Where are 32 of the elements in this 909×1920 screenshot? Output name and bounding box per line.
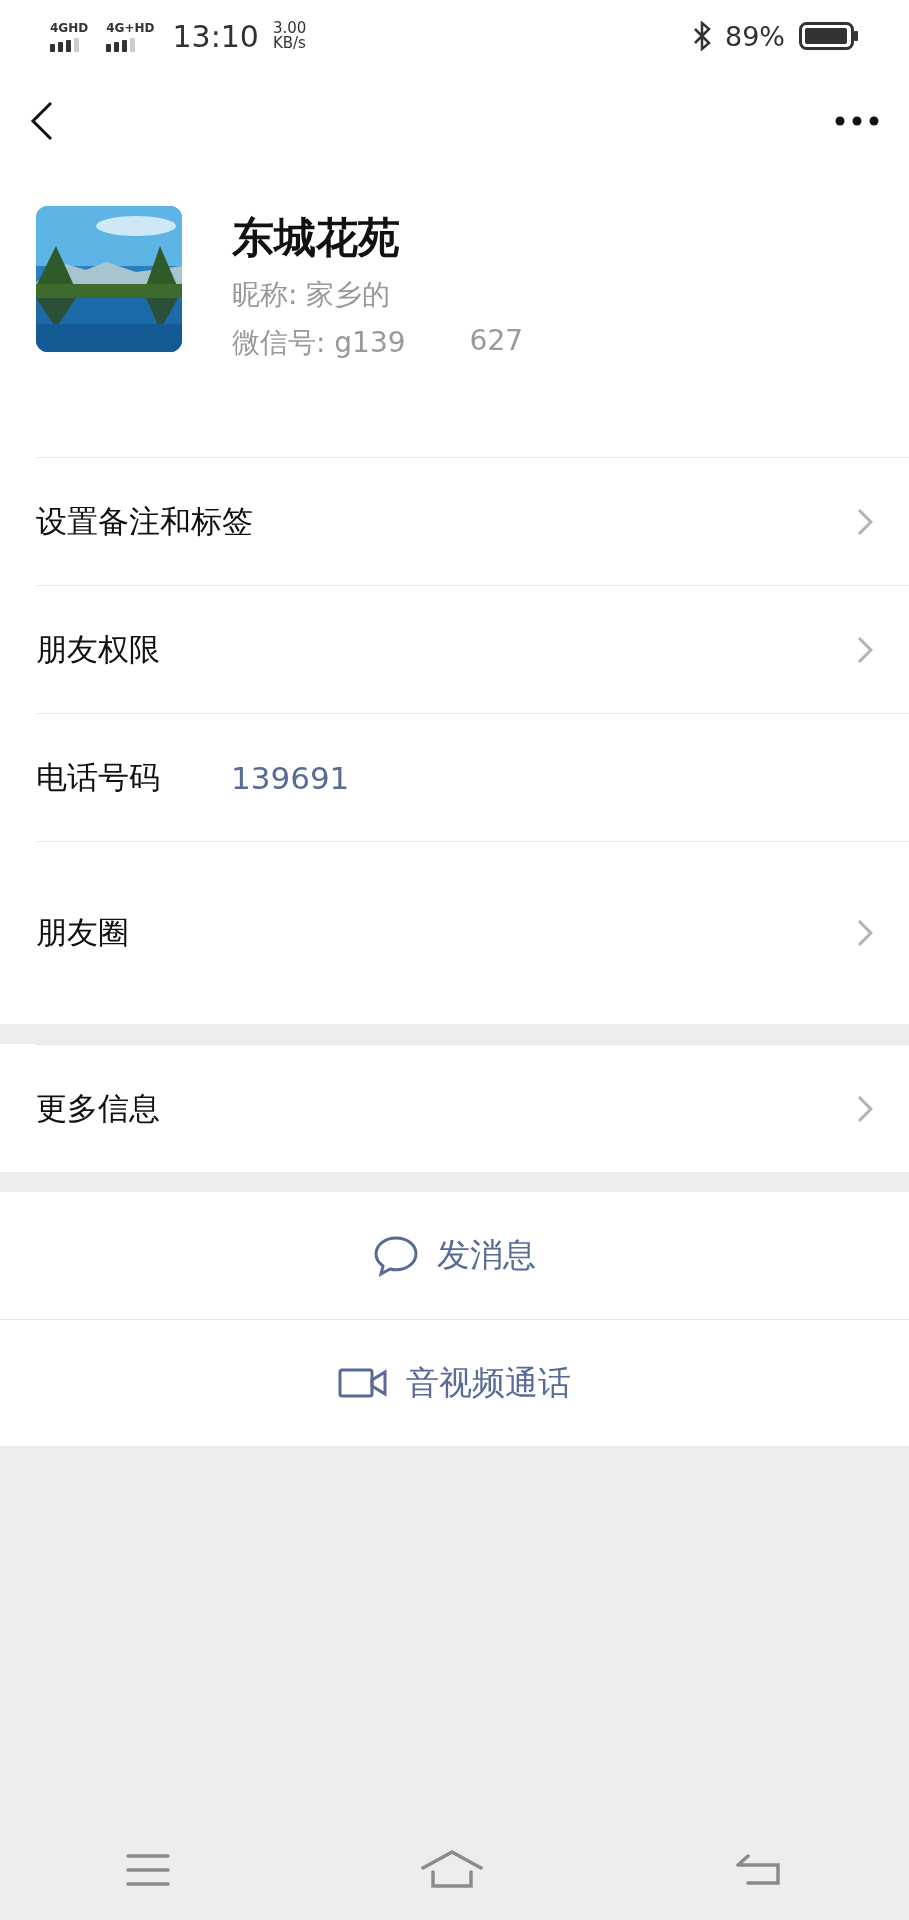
row-label: 朋友圈 (36, 913, 130, 952)
wechat-id: 627 (469, 324, 523, 359)
menu-row[interactable]: 朋友圈 (36, 841, 909, 1024)
clock: 13:10 (172, 18, 259, 54)
network-label: 4GHD (50, 20, 89, 35)
more-icon[interactable] (835, 116, 879, 126)
row-label: 设置备注和标签 (36, 501, 253, 541)
menu-icon[interactable] (125, 1853, 170, 1887)
chevron-right-icon (857, 635, 873, 664)
chevron-right-icon (857, 1094, 873, 1123)
nickname: 昵称: 家乡的 (232, 277, 392, 313)
battery-icon (799, 22, 859, 50)
row-label: 电话号码 (36, 757, 161, 797)
wechat-id: 微信号: g139 (232, 325, 406, 361)
network-label: 4G+HD (106, 20, 155, 35)
phone-number[interactable]: 139691 (231, 759, 873, 796)
signal-icon (50, 37, 82, 52)
speed-value: 3.00 (272, 21, 307, 36)
battery-percent: 89% (725, 20, 785, 52)
speed-unit: KB/s (272, 36, 307, 51)
bluetooth-icon (693, 21, 711, 51)
row-label: 朋友权限 (36, 629, 161, 669)
video-camera-icon (338, 1367, 388, 1399)
menu-row[interactable]: 朋友权限 (36, 585, 909, 713)
back-icon[interactable] (30, 101, 54, 141)
chevron-right-icon (857, 919, 873, 947)
menu-row[interactable]: 设置备注和标签 (36, 457, 909, 585)
contact-name: 东城花苑 (232, 212, 401, 264)
row-label: 更多信息 (36, 1088, 161, 1128)
chevron-right-icon (857, 507, 873, 536)
home-icon[interactable] (420, 1850, 483, 1890)
chat-bubble-icon (373, 1234, 419, 1277)
